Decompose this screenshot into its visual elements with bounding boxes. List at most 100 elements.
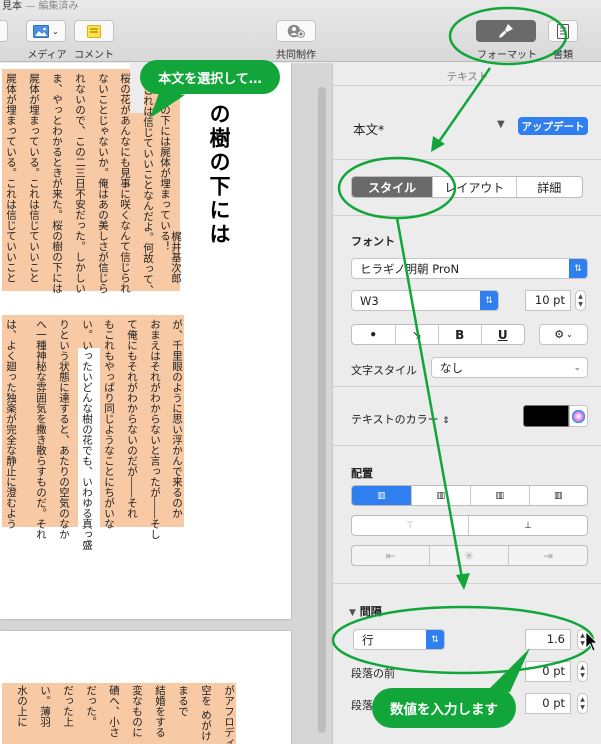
underline-button[interactable]: U [482, 325, 524, 344]
paintbrush-icon [499, 24, 513, 38]
document-button[interactable] [548, 20, 578, 42]
text-options-button[interactable]: ⚙ ⌄ [539, 324, 588, 345]
body-column: だった。 [85, 685, 97, 727]
char-style-label: 文字スタイル [351, 364, 417, 377]
inspector-tab-text[interactable]: テキスト [333, 69, 601, 84]
color-wheel-icon[interactable] [569, 405, 588, 427]
body-column: 桜の樹の下には屍体が埋まっている！ [159, 73, 171, 252]
document-icon [557, 23, 569, 39]
photo-icon [33, 24, 50, 38]
align-bottom-icon[interactable]: ▥ [471, 486, 530, 505]
page-1[interactable]: 桜の樹の下には屍体が埋まっている！ これは信じていいことなんだよ。何故って、 桜… [0, 63, 291, 619]
page-2[interactable]: がアフロディ 空を めがけ まるで 結婚をする 変なものに 磧へ、小さ だった。… [0, 631, 291, 744]
body-column: 結婚をする [154, 685, 166, 738]
format-inspector: テキスト 本文* ▼ アップデート スタイル レイアウト 詳細 フォント ヒラギ… [332, 63, 601, 744]
divider [333, 445, 601, 446]
chevron-updown-icon: ⇅ [569, 259, 587, 278]
line-spacing-mode-value: 行 [362, 632, 374, 647]
document-author: 梶井基次郎 [170, 231, 182, 284]
document-title: の樹の下には [207, 103, 231, 247]
tab-details[interactable]: 詳細 [517, 177, 582, 197]
font-weight-value: W3 [360, 293, 379, 308]
divider [333, 215, 601, 216]
body-column: れないので、この二三日不安だった。しかしい [74, 73, 86, 294]
font-weight-select[interactable]: W3 ⇅ [351, 290, 499, 311]
paragraph-style-dropdown-icon[interactable]: ▼ [497, 119, 505, 130]
body-column: い。いったいどんな樹の花でも、いわゆる真っ盛 [81, 319, 93, 550]
line-spacing-stepper[interactable]: ▲ ▼ [577, 629, 588, 650]
text-color-label[interactable]: テキストのカラー ⇕ [351, 411, 450, 427]
bold-button[interactable]: B [439, 325, 482, 344]
comment-icon [87, 24, 101, 38]
body-column: ま、やっとわかるときが来た。桜の樹の下には [51, 73, 63, 294]
enter-value-callout: 数値を入力します [372, 688, 516, 728]
body-column: い。薄羽 [39, 685, 51, 727]
line-spacing-mode-select[interactable]: 行 ⇅ [353, 629, 445, 650]
body-column: 屍体が埋まっている。これは信じていいこと [28, 73, 40, 283]
format-button[interactable] [476, 20, 536, 42]
gear-icon: ⚙ [554, 328, 565, 341]
vertical-alignment-buttons: ⊤ ⊥ [351, 515, 588, 536]
update-style-button[interactable]: アップデート [518, 117, 588, 135]
partial-toolbar-button[interactable] [0, 20, 8, 42]
space-before-label: 段落の前 [351, 667, 395, 680]
divider [333, 386, 601, 387]
align-center-icon[interactable]: ▥ [412, 486, 471, 505]
body-column: おまえはそれがわからないと言ったが――そし [149, 319, 161, 540]
text-bottom-icon[interactable]: ⊥ [469, 516, 587, 535]
alignment-buttons: ▥ ▥ ▥ ▥ [351, 485, 588, 506]
collaborate-button[interactable] [276, 20, 316, 42]
font-family-select[interactable]: ヒラギノ明朝 ProN ⇅ [351, 258, 588, 279]
body-column: 変なものに [131, 685, 143, 738]
text-color-swatch[interactable] [523, 405, 569, 427]
document-label: 書類 [553, 50, 573, 61]
font-section-heading: フォント [351, 235, 395, 248]
space-after-field[interactable]: 0 pt [525, 693, 571, 714]
font-size-field[interactable]: 10 pt [525, 290, 571, 311]
format-label: フォーマット [477, 50, 537, 61]
comment-label: コメント [74, 50, 114, 61]
body-column: だった上 [62, 685, 74, 727]
tab-style[interactable]: スタイル [352, 177, 434, 197]
char-style-select[interactable]: なし ⌄ [431, 357, 588, 378]
body-column: まるで [177, 685, 189, 717]
space-before-stepper[interactable]: ▲ ▼ [577, 661, 588, 682]
text-top-icon[interactable]: ⊤ [352, 516, 470, 535]
indent-left-icon[interactable]: ⇤ [352, 546, 431, 565]
align-justify-icon[interactable]: ▥ [530, 486, 588, 505]
select-text-callout: 本文を選択して… [140, 60, 280, 94]
body-column: がアフロディ [223, 685, 235, 744]
body-column: 水の上に [16, 685, 28, 727]
comment-button[interactable] [74, 20, 114, 42]
media-button[interactable]: ⌄ [26, 20, 66, 42]
window-title: 見本 — 編集済み [2, 1, 79, 12]
vertical-scrollbar[interactable] [318, 87, 326, 733]
paragraph-style-name[interactable]: 本文* [353, 119, 384, 138]
font-family-value: ヒラギノ明朝 ProN [360, 261, 460, 276]
document-canvas[interactable]: 桜の樹の下には屍体が埋まっている！ これは信じていいことなんだよ。何故って、 桜… [0, 63, 332, 744]
add-person-icon [287, 24, 305, 38]
align-top-icon[interactable]: ▥ [352, 486, 412, 505]
divider [333, 583, 601, 584]
divider [333, 85, 601, 86]
tracking-icon[interactable]: ↘ [396, 325, 439, 344]
font-size-stepper[interactable]: ▲ ▼ [575, 290, 586, 311]
body-column: 桜の花があんなにも見事に咲くなんて信じられ [119, 73, 131, 294]
spacing-section-heading[interactable]: ▼ 間隔 [349, 603, 382, 619]
line-spacing-field[interactable]: 1.6 [525, 629, 571, 650]
chevron-updown-icon: ⇅ [480, 291, 498, 310]
body-column: て俺にもそれがわからないのだが――それ [126, 319, 138, 519]
body-column: 空を めがけ [200, 685, 212, 741]
indent-right-icon[interactable]: ⇥ [509, 546, 587, 565]
chevron-down-icon: ⌄ [573, 362, 581, 373]
body-column: は、よく廻った独楽が完全な静止に澄むよう [5, 319, 17, 529]
tab-layout[interactable]: レイアウト [433, 177, 517, 197]
space-before-field[interactable]: 0 pt [525, 661, 571, 682]
space-after-stepper[interactable]: ▲ ▼ [577, 693, 588, 714]
body-column: りという状態に達すると、あたりの空気のなか [58, 319, 70, 540]
bullet-icon[interactable]: • [352, 325, 396, 344]
inspector-tabs: スタイル レイアウト 詳細 [351, 176, 583, 198]
body-column: これは信じていいことなんだよ。何故って、 [142, 85, 154, 295]
indent-center-icon[interactable]: ✳ [430, 546, 509, 565]
body-column: 磧へ、小さ [108, 685, 120, 738]
